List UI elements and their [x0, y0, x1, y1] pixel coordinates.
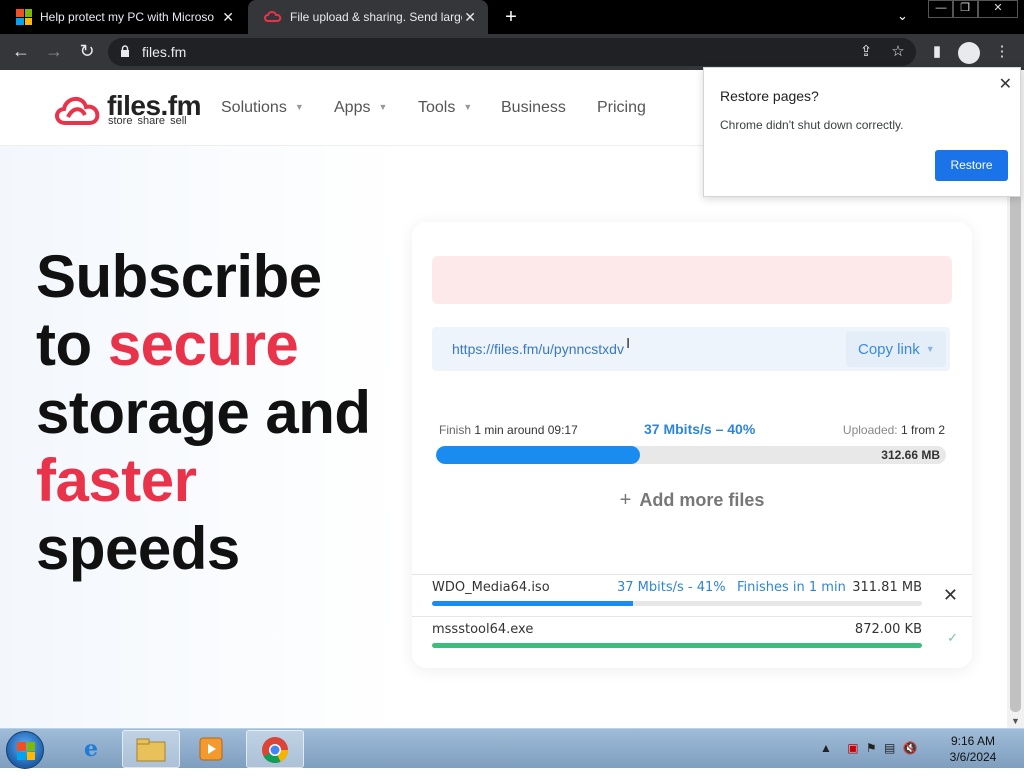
caret-down-icon: ▼: [378, 102, 388, 112]
caret-down-icon: ▼: [294, 102, 304, 112]
upload-speed: 37 Mbits/s – 40%: [644, 421, 756, 437]
finish-estimate: Finish 1 min around 09:17: [439, 423, 578, 437]
faded-banner: [432, 256, 952, 304]
clock[interactable]: 9:16 AM 3/6/2024: [942, 733, 1004, 765]
total-size: 312.66 MB: [881, 448, 940, 462]
windows-flag-icon: [17, 742, 35, 760]
file-row: WDO_Media64.iso 37 Mbits/s - 41% Finishe…: [412, 574, 972, 616]
file-size: 872.00 KB: [854, 622, 922, 637]
volume-muted-icon[interactable]: 🔇: [903, 741, 918, 755]
maximize-icon[interactable]: ❐: [952, 0, 978, 18]
lock-icon: [121, 45, 129, 57]
dialog-title: Restore pages?: [720, 88, 819, 104]
close-tab-icon[interactable]: ✕: [464, 9, 476, 26]
tab-files-fm[interactable]: File upload & sharing. Send large ✕: [248, 0, 488, 34]
action-center-flag-icon[interactable]: ⚑: [866, 741, 877, 755]
media-player-icon[interactable]: [182, 730, 240, 768]
share-icon[interactable]: ⇪: [856, 42, 876, 60]
close-window-icon[interactable]: ✕: [978, 0, 1018, 18]
copy-link-button[interactable]: Copy link ▼: [846, 331, 946, 367]
windows-taskbar: e ▲ ▣ ⚑ ▤ 🔇 9:16 AM 3/6/2024: [0, 728, 1024, 769]
add-more-files-button[interactable]: + Add more files: [412, 489, 972, 512]
new-tab-button[interactable]: +: [500, 6, 522, 29]
file-explorer-icon[interactable]: [122, 730, 180, 768]
menu-kebab-icon[interactable]: ⋮: [992, 42, 1012, 60]
cancel-upload-icon[interactable]: ✕: [943, 585, 958, 606]
upload-card: https://files.fm/u/pynncstxdv Copy link ▼…: [412, 222, 972, 668]
file-speed: 37 Mbits/s - 41%: [617, 580, 726, 595]
browser-toolbar: ← → ↻ files.fm ⇪ ☆ ▮ ⋮: [0, 34, 1024, 70]
tab-title: Help protect my PC with Microso: [40, 10, 215, 24]
minimize-icon[interactable]: —: [928, 0, 954, 18]
internet-explorer-icon[interactable]: e: [62, 730, 120, 768]
restore-pages-dialog: Restore pages? Chrome didn't shut down c…: [703, 67, 1021, 197]
back-arrow-icon[interactable]: ←: [10, 41, 32, 62]
uploaded-count: Uploaded: 1 from 2: [842, 423, 945, 437]
tab-title: File upload & sharing. Send large: [290, 10, 462, 24]
files-fm-logo-icon[interactable]: [53, 93, 103, 127]
file-progress-bar: [432, 601, 922, 606]
restore-button[interactable]: Restore: [935, 150, 1008, 181]
clock-time: 9:16 AM: [950, 734, 996, 748]
nav-pricing[interactable]: Pricing: [597, 99, 646, 117]
close-icon[interactable]: ✕: [999, 74, 1012, 94]
check-icon: ✓: [947, 630, 958, 645]
site-tagline: store share sell: [108, 115, 187, 127]
caret-down-icon: ▼: [925, 344, 935, 354]
file-row: mssstool64.exe 872.00 KB ✓: [412, 616, 972, 658]
plus-icon: +: [619, 489, 632, 511]
share-link-box: https://files.fm/u/pynncstxdv Copy link ▼: [432, 327, 950, 371]
tab-microsoft[interactable]: Help protect my PC with Microso ✕: [0, 0, 246, 34]
dialog-message: Chrome didn't shut down correctly.: [720, 118, 904, 132]
chrome-icon[interactable]: [246, 730, 304, 768]
nav-business[interactable]: Business: [501, 99, 566, 117]
file-progress-fill: [432, 643, 922, 648]
total-progress-fill: [436, 446, 640, 464]
url-text: files.fm: [142, 44, 187, 60]
share-link-url[interactable]: https://files.fm/u/pynncstxdv: [452, 341, 624, 357]
microsoft-logo-icon: [16, 9, 32, 25]
nav-tools[interactable]: Tools ▼: [418, 99, 472, 117]
file-size: 311.81 MB: [852, 580, 922, 595]
profile-avatar-icon[interactable]: [958, 42, 980, 64]
files-fm-logo-icon: [264, 11, 282, 22]
close-tab-icon[interactable]: ✕: [222, 9, 234, 26]
file-name: WDO_Media64.iso: [432, 580, 550, 595]
show-hidden-icons-icon[interactable]: ▲: [820, 741, 832, 755]
nav-solutions[interactable]: Solutions ▼: [221, 99, 304, 117]
side-panel-icon[interactable]: ▮: [927, 42, 947, 60]
start-button[interactable]: [6, 731, 44, 769]
forward-arrow-icon[interactable]: →: [43, 41, 65, 62]
tab-search-chevron-icon[interactable]: ⌄: [897, 8, 908, 24]
security-alert-icon[interactable]: ▣: [847, 741, 858, 755]
scroll-down-arrow-icon[interactable]: ▼: [1011, 716, 1020, 726]
file-progress-bar: [432, 643, 922, 648]
nav-apps[interactable]: Apps ▼: [334, 99, 387, 117]
caret-down-icon: ▼: [463, 102, 473, 112]
text-cursor-icon: I: [626, 335, 631, 352]
hero-headline: Subscribe to secure storage and faster s…: [36, 243, 371, 582]
network-icon[interactable]: ▤: [884, 741, 895, 755]
file-name: mssstool64.exe: [432, 622, 534, 637]
system-tray: ▲ ▣ ⚑ ▤ 🔇: [820, 741, 918, 755]
file-eta: Finishes in 1 min: [737, 580, 846, 595]
total-progress-bar: 312.66 MB: [436, 446, 946, 464]
file-progress-fill: [432, 601, 633, 606]
address-bar[interactable]: files.fm: [108, 38, 916, 66]
bookmark-star-icon[interactable]: ☆: [888, 42, 908, 60]
reload-icon[interactable]: ↻: [76, 41, 98, 62]
clock-date: 3/6/2024: [949, 750, 997, 764]
tab-strip: Help protect my PC with Microso ✕ File u…: [0, 0, 1024, 34]
